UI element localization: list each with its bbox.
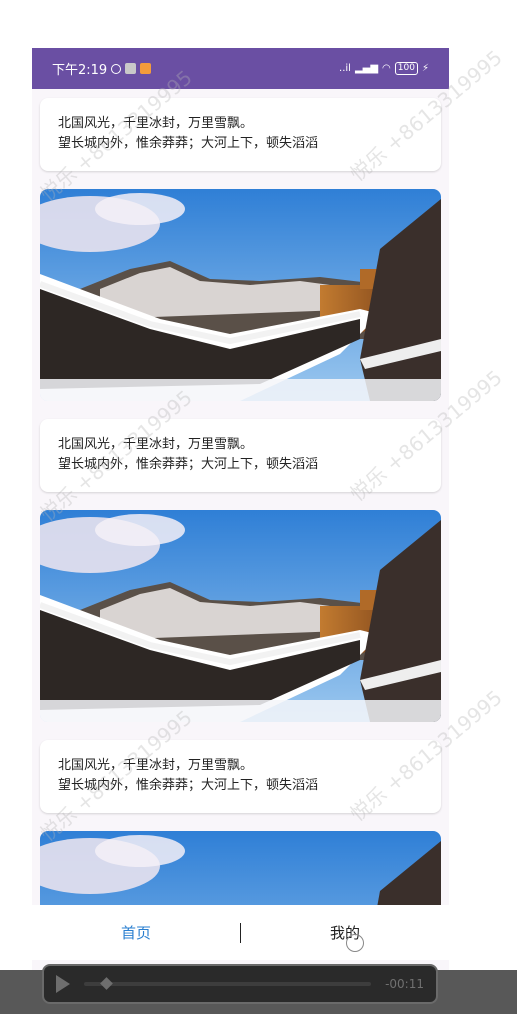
bottom-tab-bar: 首页 我的 <box>32 905 449 960</box>
phone-screen: 下午2:19 ..il ▂▄▆ ◠ 100 ⚡ 北国风光，千里冰封，万里雪飘。 … <box>32 48 449 970</box>
caption-line-2: 望长城内外，惟余莽莽；大河上下，顿失滔滔 <box>58 136 319 151</box>
feed-list[interactable]: 北国风光，千里冰封，万里雪飘。 望长城内外，惟余莽莽；大河上下，顿失滔滔 北国风… <box>32 89 449 905</box>
great-wall-image <box>40 831 441 905</box>
sim-icon <box>125 63 137 74</box>
great-wall-photo[interactable] <box>40 831 441 905</box>
text-card[interactable]: 北国风光，千里冰封，万里雪飘。 望长城内外，惟余莽莽；大河上下，顿失滔滔 <box>40 98 441 171</box>
video-player-controls: -00:11 <box>42 964 438 1004</box>
remaining-time: -00:11 <box>385 977 424 991</box>
signal-icon: ▂▄▆ <box>354 63 379 74</box>
notification-app-icon <box>140 63 152 74</box>
status-time: 下午2:19 <box>52 63 108 78</box>
caption-line-2: 望长城内外，惟余莽莽；大河上下，顿失滔滔 <box>58 457 319 472</box>
play-icon[interactable] <box>56 975 70 993</box>
caption-line-1: 北国风光，千里冰封，万里雪飘。 <box>58 758 254 773</box>
text-card[interactable]: 北国风光，千里冰封，万里雪飘。 望长城内外，惟余莽莽；大河上下，顿失滔滔 <box>40 740 441 813</box>
charging-icon: ⚡ <box>421 63 429 74</box>
caption-line-2: 望长城内外，惟余莽莽；大河上下，顿失滔滔 <box>58 778 319 793</box>
do-not-disturb-icon <box>111 63 122 74</box>
tab-home[interactable]: 首页 <box>32 922 240 943</box>
great-wall-photo[interactable] <box>40 510 441 722</box>
battery-icon: 100 <box>394 62 418 75</box>
caption-line-1: 北国风光，千里冰封，万里雪飘。 <box>58 116 254 131</box>
caption-line-1: 北国风光，千里冰封，万里雪飘。 <box>58 437 254 452</box>
network-speed-icon: ..il <box>339 63 351 74</box>
seek-bar[interactable] <box>84 977 372 990</box>
great-wall-image <box>40 510 441 722</box>
tab-mine[interactable]: 我的 <box>241 922 449 943</box>
great-wall-image <box>40 189 441 401</box>
great-wall-photo[interactable] <box>40 189 441 401</box>
status-right: ..il ▂▄▆ ◠ 100 ⚡ <box>339 62 429 75</box>
seek-knob[interactable] <box>100 977 113 990</box>
touch-indicator <box>346 934 364 952</box>
status-left: 下午2:19 <box>52 59 152 78</box>
wifi-icon: ◠ <box>382 63 391 74</box>
status-bar: 下午2:19 ..il ▂▄▆ ◠ 100 ⚡ <box>32 48 449 89</box>
text-card[interactable]: 北国风光，千里冰封，万里雪飘。 望长城内外，惟余莽莽；大河上下，顿失滔滔 <box>40 419 441 492</box>
